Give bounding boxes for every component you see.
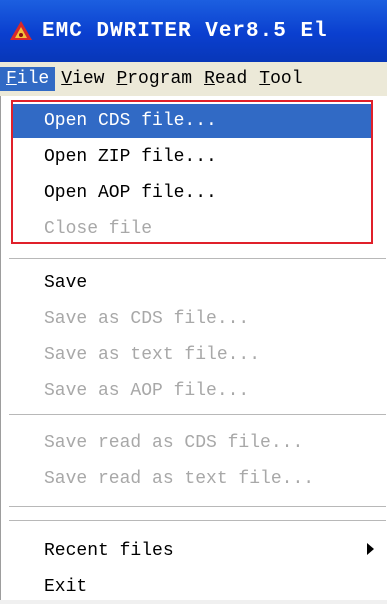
menu-item-exit[interactable]: Exit [1,570,387,604]
menu-file[interactable]: File [0,67,56,91]
menu-program[interactable]: Program [110,67,198,91]
app-icon [10,21,32,40]
menu-item-close-file[interactable]: Close file [1,212,387,246]
menu-item-save-as-aop[interactable]: Save as AOP file... [1,374,387,408]
menu-view-mnemonic: V [61,69,73,89]
menu-item-save-read-as-cds[interactable]: Save read as CDS file... [1,426,387,460]
menu-view[interactable]: View [55,67,110,91]
menu-file-rest: ile [16,69,50,89]
menu-item-open-cds[interactable]: Open CDS file... [11,104,373,138]
menu-item-open-zip[interactable]: Open ZIP file... [1,140,387,174]
menu-read[interactable]: Read [198,67,253,91]
recent-files-label: Recent files [44,541,174,561]
menu-separator [9,506,386,508]
menu-separator [9,258,386,260]
menu-file-mnemonic: F [6,69,17,89]
menu-program-rest: rogram [127,69,193,89]
menu-program-mnemonic: P [116,69,128,89]
menu-tool[interactable]: Tool [253,67,308,91]
menu-item-save[interactable]: Save [1,266,387,300]
window-title: EMC DWRITER Ver8.5 El [42,19,328,43]
menu-item-save-as-text[interactable]: Save as text file... [1,338,387,372]
menu-item-open-aop[interactable]: Open AOP file... [1,176,387,210]
menu-item-save-read-as-text[interactable]: Save read as text file... [1,462,387,496]
menu-bar: File View Program Read Tool [0,62,387,96]
menu-tool-rest: ool [270,69,303,89]
submenu-arrow-icon [367,543,374,555]
menu-item-recent-files[interactable]: Recent files [1,534,387,568]
menu-read-rest: ead [214,69,248,89]
menu-separator [9,414,386,416]
menu-item-save-as-cds[interactable]: Save as CDS file... [1,302,387,336]
menu-tool-mnemonic: T [259,69,271,89]
title-bar[interactable]: EMC DWRITER Ver8.5 El [0,0,387,62]
menu-separator [9,520,386,522]
menu-view-rest: iew [72,69,105,89]
menu-read-mnemonic: R [204,69,215,89]
file-dropdown-menu: Open CDS file... Open ZIP file... Open A… [0,96,387,600]
